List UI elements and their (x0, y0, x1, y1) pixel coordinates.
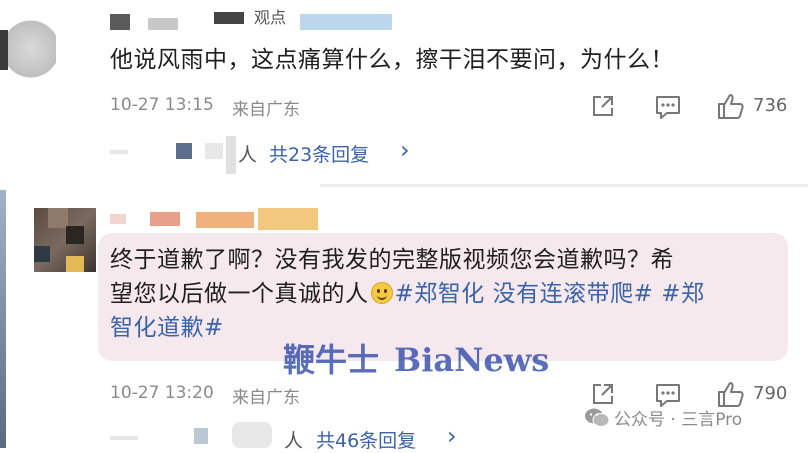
avatar-pixelation (0, 30, 8, 70)
username-mosaic (150, 212, 180, 226)
share-icon[interactable] (591, 94, 615, 118)
username-mosaic (300, 14, 392, 30)
comment-icon[interactable] (655, 383, 681, 407)
thumbs-up-icon[interactable] (717, 92, 745, 120)
reply-avatar-mosaic (110, 150, 128, 154)
wechat-icon (585, 408, 610, 427)
reply-avatar-mosaic (226, 136, 236, 174)
username-mosaic (258, 208, 318, 230)
username-mosaic (110, 14, 130, 30)
hashtag-link[interactable]: #郑 (661, 281, 704, 307)
comment-location: 来自广东 (232, 100, 300, 120)
bianews-watermark: 鞭牛士 BiaNews (283, 335, 549, 381)
username-mosaic (196, 212, 254, 228)
avatar-pixelation (66, 256, 84, 272)
reply-avatar-mosaic (205, 143, 223, 159)
reply-avatar-mosaic (110, 436, 138, 440)
comment-text-line-2-prefix: 望您以后做一个真诚的人 (110, 281, 369, 307)
hashtag-link[interactable]: #郑智化 (395, 281, 485, 307)
wechat-badge: 公众号 · 三言Pro (584, 405, 742, 430)
username-mosaic (148, 18, 178, 30)
watermark-latin: BiaNews (394, 341, 550, 379)
view-replies-link[interactable]: 共46条回复 (316, 426, 416, 453)
like-count: 790 (753, 383, 788, 404)
reply-suffix: 人 (284, 430, 304, 452)
comment-text-line-2: 望您以后做一个真诚的人 #郑智化 没有连滚带爬# #郑 (110, 277, 704, 311)
reply-avatar-mosaic (232, 422, 272, 448)
reply-suffix: 人 (238, 144, 258, 166)
comment-time: 10-27 13:20 (110, 383, 214, 403)
avatar-pixelation (34, 246, 50, 262)
comment-divider (320, 184, 808, 187)
share-icon[interactable] (591, 382, 615, 406)
chevron-right-icon[interactable]: › (400, 136, 410, 164)
comment-text-line-1: 终于道歉了啊？没有我发的完整版视频您会道歉吗？希 (110, 247, 674, 273)
comment-text: 他说风雨中，这点痛算什么，擦干泪不要问，为什么！ (110, 47, 674, 73)
username-mosaic (214, 12, 244, 24)
avatar[interactable] (0, 8, 56, 90)
watermark-chinese: 鞭牛士 (283, 341, 380, 379)
username-partial[interactable]: 观点 (254, 4, 286, 28)
chevron-right-icon[interactable]: › (447, 422, 457, 450)
avatar-pixelation (48, 208, 68, 228)
like-count: 736 (753, 95, 788, 116)
username-mosaic (110, 214, 126, 224)
smile-emoji-icon (370, 282, 393, 304)
reply-avatar-mosaic (194, 428, 208, 444)
comment-icon[interactable] (655, 95, 681, 119)
avatar-pixelation (66, 226, 84, 244)
thumbs-up-icon[interactable] (717, 380, 745, 408)
hashtag-link[interactable]: 没有连滚带爬# (493, 281, 654, 307)
comment-location: 来自广东 (232, 388, 300, 408)
left-edge-fragment (0, 190, 6, 448)
wechat-account-text: 公众号 · 三言Pro (614, 410, 743, 430)
hashtag-link[interactable]: 智化道歉# (110, 311, 224, 345)
comment-time: 10-27 13:15 (110, 95, 214, 115)
view-replies-link[interactable]: 共23条回复 (269, 140, 369, 167)
reply-avatar-mosaic (176, 143, 192, 159)
